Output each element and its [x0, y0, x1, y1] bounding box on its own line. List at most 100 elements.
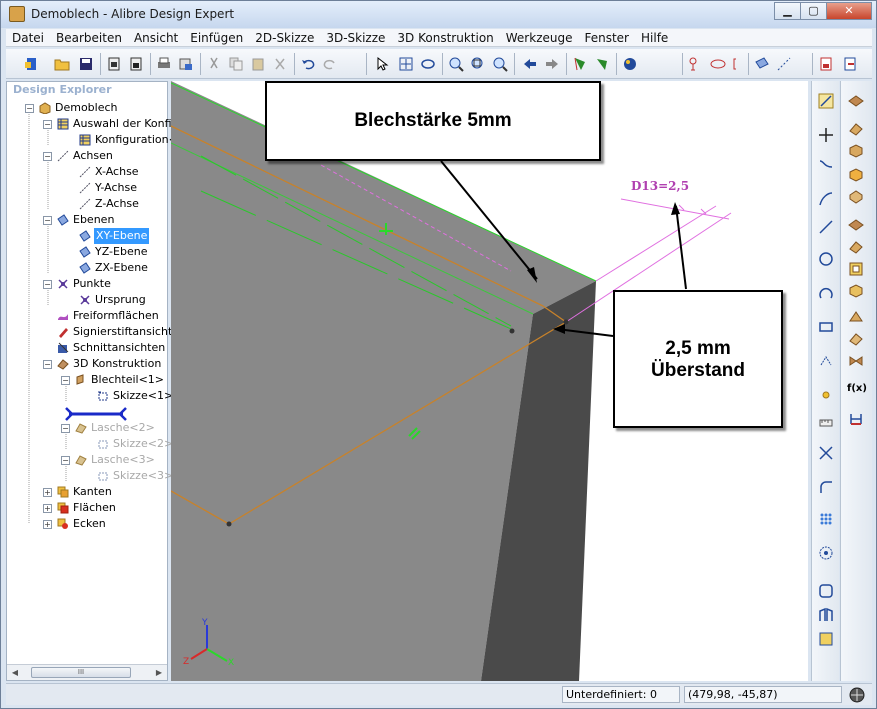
- menu-datei[interactable]: Datei: [6, 29, 50, 46]
- target-icon[interactable]: [818, 545, 834, 561]
- compass-icon[interactable]: [849, 687, 865, 703]
- close-button[interactable]: ✕: [826, 2, 872, 20]
- zoom-window-icon[interactable]: [470, 56, 486, 72]
- sketch-activate-icon[interactable]: [818, 93, 834, 109]
- collapse-toggle[interactable]: −: [43, 152, 52, 161]
- fillet-feature-icon[interactable]: [848, 309, 864, 325]
- menu-ansicht[interactable]: Ansicht: [128, 29, 184, 46]
- rotate-icon[interactable]: [420, 56, 436, 72]
- select-arrow-icon[interactable]: [374, 56, 390, 72]
- rectangle-icon[interactable]: [818, 319, 834, 335]
- paste-icon[interactable]: [250, 56, 266, 72]
- sketch-line-icon[interactable]: [688, 56, 704, 72]
- measure-icon[interactable]: [848, 411, 864, 427]
- menu-hilfe[interactable]: Hilfe: [635, 29, 674, 46]
- menu-3d-konstruktion[interactable]: 3D Konstruktion: [391, 29, 499, 46]
- rollback-bar[interactable]: [65, 407, 127, 421]
- dimension-label[interactable]: D13=2,5: [631, 179, 689, 193]
- save-icon[interactable]: [78, 56, 94, 72]
- line-icon[interactable]: [818, 219, 834, 235]
- collapse-toggle[interactable]: −: [43, 120, 52, 129]
- scroll-left-icon[interactable]: ◀: [10, 668, 20, 678]
- menu-3d-skizze[interactable]: 3D-Skizze: [320, 29, 391, 46]
- bracket-icon[interactable]: [730, 56, 746, 72]
- print-icon[interactable]: [156, 56, 172, 72]
- mirror-icon[interactable]: [818, 607, 834, 623]
- chamfer-icon[interactable]: [848, 331, 864, 347]
- print-setup-icon[interactable]: [178, 56, 194, 72]
- expand-toggle[interactable]: +: [43, 504, 52, 513]
- print-preview-icon[interactable]: [128, 56, 144, 72]
- menu-bearbeiten[interactable]: Bearbeiten: [50, 29, 128, 46]
- dimension-tool-icon[interactable]: [818, 415, 834, 431]
- polygon-icon[interactable]: [818, 353, 834, 369]
- collapse-toggle[interactable]: −: [25, 104, 34, 113]
- circle-icon[interactable]: [818, 251, 834, 267]
- crosshair-icon[interactable]: [818, 127, 834, 143]
- flatten-icon[interactable]: [594, 56, 610, 72]
- render-icon[interactable]: [622, 56, 638, 72]
- collapse-toggle[interactable]: −: [61, 376, 70, 385]
- expand-toggle[interactable]: +: [43, 520, 52, 529]
- fillet-icon[interactable]: [818, 479, 834, 495]
- sketch-point[interactable]: [226, 521, 232, 527]
- zoom-in-icon[interactable]: [448, 56, 464, 72]
- arc-tool-icon[interactable]: [818, 286, 834, 302]
- menu-einfuegen[interactable]: Einfügen: [184, 29, 249, 46]
- arc-icon[interactable]: [818, 191, 834, 207]
- sketch-point[interactable]: [563, 319, 569, 325]
- shell-icon[interactable]: [848, 261, 864, 277]
- cut-revolve-icon[interactable]: [848, 217, 864, 233]
- loft-icon[interactable]: [848, 167, 864, 183]
- title-bar[interactable]: Demoblech - Alibre Design Expert ▁ ▢ ✕: [1, 1, 876, 28]
- collapse-toggle[interactable]: −: [61, 424, 70, 433]
- point-tool-icon[interactable]: [818, 387, 834, 403]
- back-arrow-icon[interactable]: [522, 56, 538, 72]
- 3d-viewport[interactable]: Y X Z D13=2,5 Blechstärke 5mm 2,5 mm Übe…: [171, 81, 808, 681]
- cut-icon[interactable]: [206, 56, 222, 72]
- explorer-horizontal-scrollbar[interactable]: ◀ III ▶: [7, 664, 167, 680]
- zoom-fit-icon[interactable]: [492, 56, 508, 72]
- scrollbar-thumb[interactable]: III: [31, 667, 131, 678]
- pan-icon[interactable]: [398, 56, 414, 72]
- spline-icon[interactable]: [818, 157, 834, 173]
- sketch-point[interactable]: [509, 328, 515, 334]
- plane-tool-icon[interactable]: [754, 56, 770, 72]
- minimize-button[interactable]: ▁: [774, 2, 801, 20]
- ellipse-icon[interactable]: [710, 56, 726, 72]
- scroll-right-icon[interactable]: ▶: [154, 668, 164, 678]
- sheetmetal-tool-icon[interactable]: [572, 56, 588, 72]
- draft-icon[interactable]: [848, 283, 864, 299]
- mirror-feature-icon[interactable]: [848, 353, 864, 369]
- offset-icon[interactable]: [818, 583, 834, 599]
- pattern-icon[interactable]: [818, 511, 834, 527]
- menu-fenster[interactable]: Fenster: [578, 29, 635, 46]
- collapse-toggle[interactable]: −: [43, 280, 52, 289]
- trim-icon[interactable]: [818, 445, 834, 461]
- maximize-button[interactable]: ▢: [800, 2, 827, 20]
- undo-icon[interactable]: [300, 56, 316, 72]
- hole-icon[interactable]: [848, 239, 864, 255]
- copy-icon[interactable]: [228, 56, 244, 72]
- collapse-toggle[interactable]: −: [61, 456, 70, 465]
- delete-icon[interactable]: [272, 56, 288, 72]
- menu-2d-skizze[interactable]: 2D-Skizze: [249, 29, 320, 46]
- expand-toggle[interactable]: +: [43, 488, 52, 497]
- sweep-icon[interactable]: [848, 143, 864, 159]
- collapse-toggle[interactable]: −: [43, 216, 52, 225]
- cut-extrude-icon[interactable]: [848, 189, 864, 205]
- revolve-icon[interactable]: [848, 121, 864, 137]
- equation-icon[interactable]: f(x): [847, 383, 867, 394]
- extrude-icon[interactable]: [848, 93, 864, 109]
- axis-tool-icon[interactable]: [776, 56, 792, 72]
- pdf-export-icon[interactable]: [818, 56, 834, 72]
- open-folder-icon[interactable]: [54, 56, 70, 72]
- app-icon[interactable]: [9, 6, 25, 22]
- properties-icon[interactable]: [106, 56, 122, 72]
- redo-icon[interactable]: [322, 56, 338, 72]
- forward-arrow-icon[interactable]: [544, 56, 560, 72]
- export-icon[interactable]: [842, 56, 858, 72]
- new-file-icon[interactable]: [24, 56, 40, 72]
- collapse-toggle[interactable]: −: [43, 360, 52, 369]
- project-icon[interactable]: [818, 631, 834, 647]
